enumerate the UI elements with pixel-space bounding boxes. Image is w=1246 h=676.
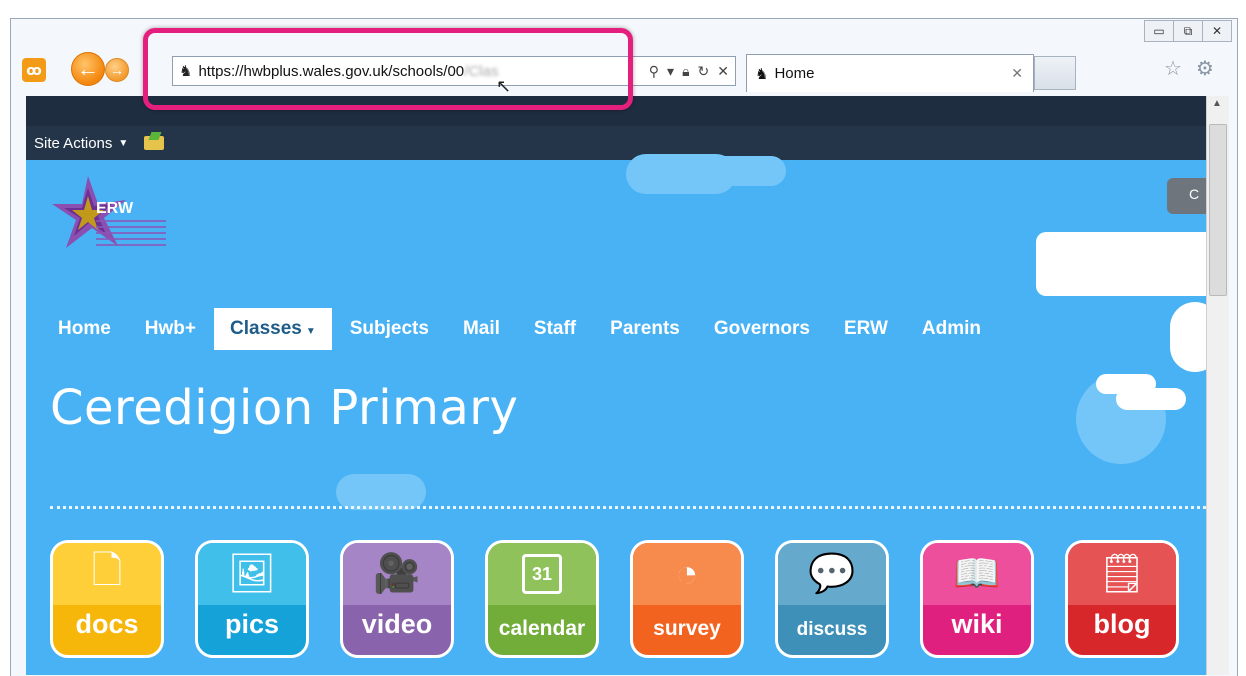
tile-calendar[interactable]: 31 calendar (485, 540, 599, 658)
tile-blog[interactable]: 🗒 blog (1065, 540, 1179, 658)
navigate-up-folder-icon[interactable] (144, 136, 165, 150)
nav-item-erw[interactable]: ERW (844, 318, 888, 340)
ribbon-bar: Site Actions ▼ (26, 126, 1206, 160)
tile-label: video (361, 609, 433, 639)
cloud-decoration (1170, 302, 1206, 372)
nav-item-subjects[interactable]: Subjects (350, 318, 429, 340)
logo-subtitle (96, 220, 166, 246)
search-icon[interactable]: ⚲ (649, 63, 659, 80)
minimize-icon: ▭ (1153, 24, 1165, 38)
chevron-down-icon: ▼ (118, 137, 129, 149)
tile-label: calendar (498, 617, 586, 640)
nav-item-parents[interactable]: Parents (610, 318, 680, 340)
back-button[interactable]: ← (71, 52, 105, 86)
dropdown-icon[interactable]: ▾ (667, 63, 674, 80)
back-arrow-icon: ← (77, 56, 99, 81)
scroll-up-arrow-icon[interactable]: ▲ (1206, 98, 1228, 116)
tile-wiki[interactable]: 📖 wiki (920, 540, 1034, 658)
site-actions-label: Site Actions (34, 134, 113, 152)
scrollbar-thumb[interactable] (1209, 124, 1227, 296)
restore-icon: ⧉ (1183, 23, 1193, 38)
nav-item-staff[interactable]: Staff (534, 318, 576, 340)
mouse-cursor-icon: ↖ (496, 76, 512, 96)
nav-item-admin[interactable]: Admin (922, 318, 981, 340)
chevron-down-icon: ▼ (305, 326, 316, 337)
close-window-button[interactable]: ✕ (1202, 20, 1232, 42)
forward-button[interactable]: → (105, 58, 129, 82)
calendar-icon: 31 (488, 543, 596, 605)
tile-docs[interactable]: 🗋 docs (50, 540, 164, 658)
search-box[interactable] (1036, 232, 1206, 296)
tile-label: wiki (951, 609, 1003, 639)
logo-text: ERW (96, 200, 134, 217)
tile-label: docs (75, 609, 139, 639)
window-controls: ▭ ⧉ ✕ (1144, 20, 1232, 42)
lock-icon[interactable]: 🔒︎ (682, 63, 689, 80)
refresh-icon[interactable]: ↻ (698, 63, 710, 80)
tile-pics[interactable]: 🖼 pics (195, 540, 309, 658)
new-tab-button[interactable] (1034, 56, 1076, 90)
minimize-button[interactable]: ▭ (1144, 20, 1174, 42)
nav-item-hwb-plus[interactable]: Hwb+ (145, 318, 196, 340)
document-icon: 🗋 (53, 543, 161, 605)
app-tiles: 🗋 docs 🖼 pics 🎥 video 31 calendar ◔ surv… (50, 540, 1206, 658)
cloud-decoration (336, 474, 426, 510)
tile-video[interactable]: 🎥 video (340, 540, 454, 658)
nav-item-classes[interactable]: Classes ▼ (214, 308, 332, 350)
web-page: Site Actions ▼ ERW C Home Hwb+ Classes ▼ … (26, 96, 1206, 675)
tile-label: pics (224, 609, 280, 639)
annotation-highlight (143, 28, 633, 110)
tile-survey[interactable]: ◔ survey (630, 540, 744, 658)
tab-title: Home (774, 65, 815, 82)
tab-home[interactable]: ♞ Home ✕ (746, 54, 1034, 92)
settings-gear-icon[interactable]: ⚙ (1196, 56, 1214, 81)
speech-bubble-icon: 💬 (778, 543, 886, 605)
notepad-pen-icon: 🗒 (1068, 543, 1176, 605)
welsh-dragon-tab-icon: ♞ (755, 65, 769, 83)
restore-button[interactable]: ⧉ (1173, 20, 1203, 42)
divider (50, 506, 1206, 509)
page-title: Ceredigion Primary (50, 380, 519, 436)
top-navigation: Home Hwb+ Classes ▼ Subjects Mail Staff P… (58, 308, 1015, 350)
nav-item-governors[interactable]: Governors (714, 318, 810, 340)
open-book-icon: 📖 (923, 543, 1031, 605)
picture-icon: 🖼 (198, 543, 306, 605)
site-actions-menu[interactable]: Site Actions ▼ (34, 135, 128, 152)
pie-chart-icon: ◔ (633, 543, 741, 605)
tile-label: survey (653, 617, 721, 640)
calendar-day: 31 (522, 554, 562, 594)
tile-label: discuss (796, 619, 868, 640)
nav-item-home[interactable]: Home (58, 318, 111, 340)
tab-close-icon[interactable]: ✕ (1011, 65, 1023, 82)
tile-label: blog (1093, 609, 1151, 639)
nav-item-classes-label: Classes (230, 318, 302, 339)
cloud-decoration (706, 156, 786, 186)
close-icon: ✕ (1211, 24, 1223, 38)
video-camera-icon: 🎥 (343, 543, 451, 605)
stop-icon[interactable]: ✕ (717, 63, 729, 80)
hwb-app-icon[interactable]: ꝏ (22, 58, 46, 82)
nav-item-mail[interactable]: Mail (463, 318, 500, 340)
cloud-decoration (1116, 388, 1186, 410)
favorites-star-icon[interactable]: ☆ (1164, 56, 1182, 81)
header-button[interactable]: C (1167, 178, 1206, 214)
tile-discuss[interactable]: 💬 discuss (775, 540, 889, 658)
forward-arrow-icon: → (110, 62, 124, 78)
